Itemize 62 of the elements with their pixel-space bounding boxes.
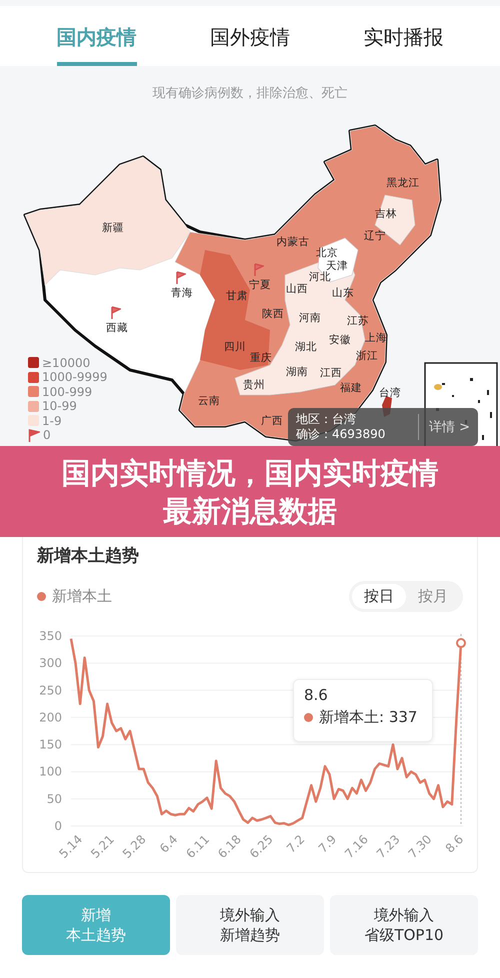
y-tick-label: 100	[39, 764, 62, 779]
province-label: 湖北	[295, 342, 317, 352]
details-link[interactable]: 详情 >	[428, 418, 470, 436]
province-label: 西藏	[106, 322, 128, 334]
tab[interactable]: 国外疫情	[210, 6, 290, 66]
card-title: 新增本土趋势	[36, 545, 140, 567]
period-option[interactable]: 按日	[352, 584, 406, 608]
province-label: 台湾	[379, 388, 401, 398]
series-dot	[304, 713, 313, 722]
legend-label: ≥10000	[42, 356, 90, 369]
tooltip-region: 地区：台湾	[296, 412, 357, 427]
legend-label: 1-9	[42, 414, 62, 427]
tooltip-date: 8.6	[304, 686, 329, 704]
y-tick-label: 50	[46, 792, 62, 806]
province-label: 四川	[224, 342, 246, 352]
province-label: 陕西	[262, 308, 284, 320]
province-label: 甘肃	[226, 290, 248, 302]
tooltip-confirmed: 确诊：4693890	[296, 427, 386, 442]
province-label: 内蒙古	[276, 236, 310, 248]
tooltip-value: 新增本土: 337	[319, 708, 418, 727]
province-label: 云南	[198, 396, 220, 406]
legend-label: 10-99	[42, 400, 77, 412]
chart-tab[interactable]: 境外输入 省级TOP10	[330, 895, 478, 955]
province-label: 天津	[326, 260, 348, 272]
province-label: 贵州	[243, 380, 265, 390]
highlight-point	[456, 638, 466, 648]
chart-tab[interactable]: 境外输入 新增趋势	[176, 895, 324, 955]
province-label: 辽宁	[364, 230, 386, 242]
x-tick-label: 7.2	[284, 832, 308, 856]
province-label: 黑龙江	[386, 178, 420, 188]
province-label: 新疆	[102, 222, 124, 234]
province-label: 福建	[340, 382, 362, 394]
series-label: 新增本土	[52, 586, 112, 606]
legend-label: 100-999	[42, 386, 92, 398]
y-tick-label: 350	[39, 629, 62, 643]
province-label: 广西	[261, 416, 283, 426]
province-label: 宁夏	[249, 280, 271, 290]
map-subtitle: 现有确诊病例数，排除治愈、死亡	[152, 85, 348, 102]
province-label: 青海	[171, 288, 193, 298]
tab[interactable]: 实时播报	[363, 6, 444, 66]
province-label: 山东	[332, 288, 354, 298]
province-label: 安徽	[329, 334, 351, 346]
province-label: 河北	[309, 272, 331, 282]
banner-title: 国内实时情况，国内实时疫情最新消息数据	[60, 454, 440, 530]
x-tick-label: 7.9	[316, 832, 340, 856]
province-label: 浙江	[356, 350, 378, 362]
y-tick-label: 0	[54, 819, 62, 833]
series-dot	[37, 592, 46, 600]
province-label: 山西	[286, 284, 308, 294]
province-label: 江西	[320, 368, 342, 378]
legend-label: 0	[43, 429, 51, 442]
y-tick-label: 200	[39, 710, 62, 724]
y-tick-label: 150	[39, 738, 62, 752]
province-label: 吉林	[375, 208, 397, 220]
province-label: 重庆	[250, 352, 272, 364]
y-tick-label: 250	[39, 683, 62, 698]
x-tick-label: 6.4	[157, 832, 180, 856]
province-label: 湖南	[286, 366, 308, 378]
province-label: 河南	[299, 312, 321, 324]
y-tick-label: 300	[39, 656, 62, 670]
x-tick-label: 8.6	[442, 832, 466, 856]
legend-label: 1000-9999	[42, 371, 108, 384]
